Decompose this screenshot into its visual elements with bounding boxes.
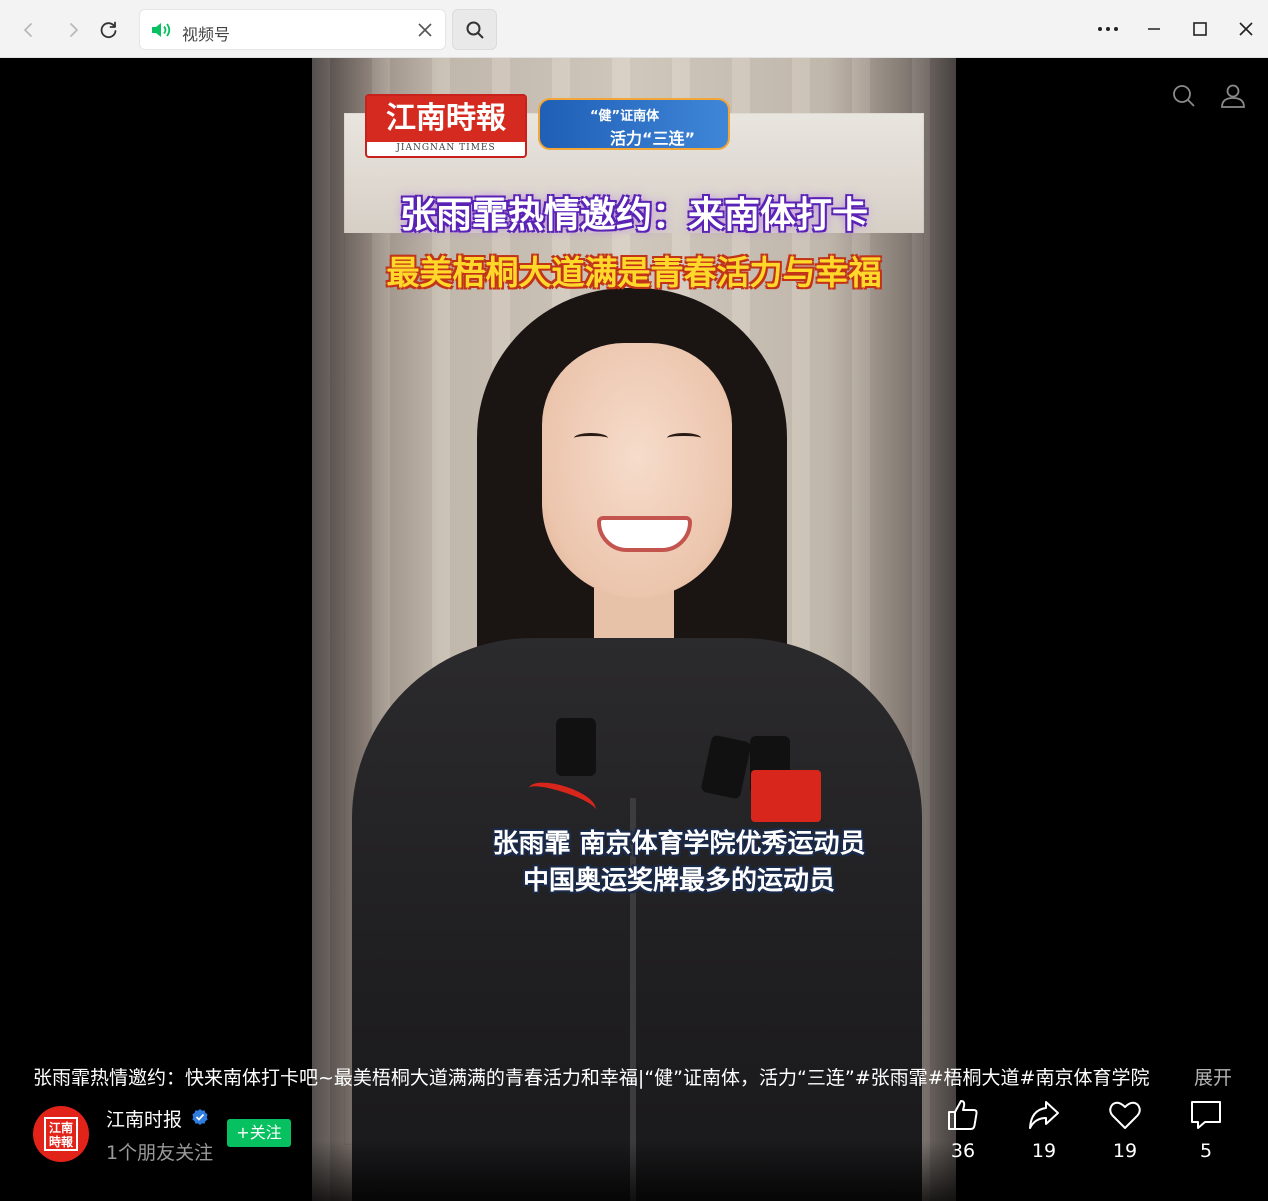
avatar-seal-text: 江南時報 xyxy=(44,1117,78,1151)
thumbs-up-icon xyxy=(948,1100,978,1130)
close-window-button[interactable] xyxy=(1231,14,1261,44)
video-bottom-fade xyxy=(312,1141,956,1201)
speaker-icon xyxy=(152,23,171,37)
forward-button[interactable] xyxy=(55,12,91,48)
minimize-icon xyxy=(1148,28,1160,30)
video-headline: 张雨霏热情邀约：来南体打卡 xyxy=(399,195,868,236)
person-jacket xyxy=(352,638,922,1201)
campaign-badge: “健”证南体 活力“三连” xyxy=(538,98,730,150)
minimize-button[interactable] xyxy=(1139,14,1169,44)
chevron-right-icon xyxy=(70,23,78,37)
expand-link[interactable]: 展开 xyxy=(1194,1063,1232,1090)
brand-logo-text: 江南時報 xyxy=(367,96,525,142)
friends-follow-text: 1个朋友关注 xyxy=(106,1142,214,1164)
campaign-line-2: 活力“三连” xyxy=(610,129,696,148)
close-window-icon xyxy=(1239,22,1253,36)
person-face xyxy=(542,343,732,598)
back-button[interactable] xyxy=(11,12,47,48)
follow-button[interactable]: +关注 xyxy=(227,1119,291,1147)
brand-logo: 江南時報 JIANGNAN TIMES xyxy=(365,94,527,158)
person-eye-right xyxy=(667,433,701,443)
campaign-line-1: “健”证南体 xyxy=(590,109,660,124)
title-bar: 视频号 xyxy=(0,0,1268,58)
comment-icon xyxy=(1191,1101,1221,1129)
like-count: 36 xyxy=(950,1140,976,1162)
close-icon[interactable] xyxy=(415,20,435,40)
search-icon xyxy=(466,21,484,39)
refresh-icon xyxy=(100,21,117,39)
video-stage: 江南時報 JIANGNAN TIMES “健”证南体 活力“三连” 张雨霏热情邀… xyxy=(0,58,1268,1201)
account-name[interactable]: 江南时报 xyxy=(106,1105,182,1132)
search-icon[interactable] xyxy=(1171,83,1197,109)
maximize-button[interactable] xyxy=(1185,14,1215,44)
comment-button[interactable]: 5 xyxy=(1176,1098,1236,1162)
address-text: 视频号 xyxy=(182,25,231,44)
share-count: 19 xyxy=(1031,1140,1057,1162)
heart-icon xyxy=(1109,1101,1141,1129)
person-eye-left xyxy=(574,433,608,443)
user-icon[interactable] xyxy=(1220,83,1246,109)
chevron-left-icon xyxy=(24,23,32,37)
video-caption-line-2: 中国奥运奖牌最多的运动员 xyxy=(522,866,835,896)
maximize-icon xyxy=(1193,22,1207,36)
lapel-mic xyxy=(556,718,596,776)
share-icon xyxy=(1029,1101,1059,1129)
brand-logo-sub: JIANGNAN TIMES xyxy=(396,143,496,153)
post-description: 张雨霏热情邀约：快来南体打卡吧~最美梧桐大道满满的青春活力和幸福|“健”证南体，… xyxy=(33,1067,1150,1089)
comment-count: 5 xyxy=(1199,1140,1213,1162)
address-bar[interactable]: 视频号 xyxy=(139,9,446,50)
like-button[interactable]: 36 xyxy=(933,1098,993,1162)
video-player[interactable]: 江南時報 JIANGNAN TIMES “健”证南体 活力“三连” 张雨霏热情邀… xyxy=(312,58,956,1201)
search-button[interactable] xyxy=(452,9,497,50)
video-caption-line-1: 张雨霏 南京体育学院优秀运动员 xyxy=(492,829,866,859)
jacket-flag xyxy=(751,770,821,822)
refresh-button[interactable] xyxy=(91,12,127,48)
person-smile xyxy=(597,516,692,552)
avatar[interactable]: 江南時報 xyxy=(33,1106,89,1162)
verified-badge-icon xyxy=(192,1109,208,1125)
favorite-button[interactable]: 19 xyxy=(1095,1098,1155,1162)
favorite-count: 19 xyxy=(1112,1140,1138,1162)
video-subheadline: 最美梧桐大道满是青春活力与幸福 xyxy=(386,253,882,292)
more-dots-icon xyxy=(1098,27,1118,31)
share-button[interactable]: 19 xyxy=(1014,1098,1074,1162)
more-button[interactable] xyxy=(1093,14,1123,44)
